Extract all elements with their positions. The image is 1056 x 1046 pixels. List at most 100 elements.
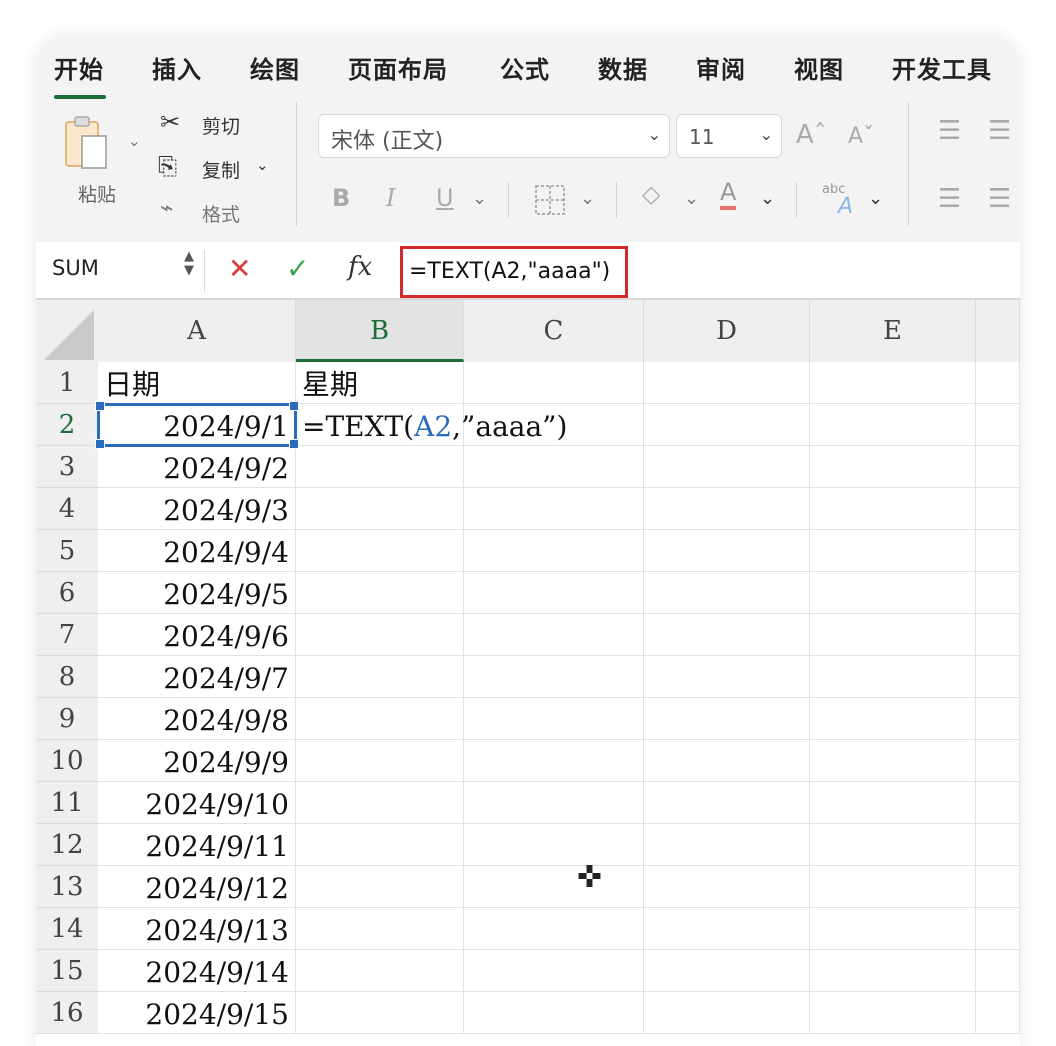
cell-a[interactable]: 2024/9/13 xyxy=(98,908,296,950)
cell-empty[interactable] xyxy=(644,866,810,908)
cell-empty[interactable] xyxy=(810,866,976,908)
cell-empty[interactable] xyxy=(464,656,644,698)
cell-empty[interactable] xyxy=(810,488,976,530)
enter-icon[interactable]: ✓ xyxy=(286,252,309,285)
cell-empty[interactable] xyxy=(644,698,810,740)
column-header-a[interactable]: A xyxy=(98,300,296,362)
cell-empty[interactable] xyxy=(464,782,644,824)
cell-empty[interactable] xyxy=(464,530,644,572)
select-all-button[interactable] xyxy=(36,300,98,362)
tab-draw[interactable]: 绘图 xyxy=(250,50,300,85)
selection-handle[interactable] xyxy=(95,439,105,449)
cell-a[interactable]: 2024/9/11 xyxy=(98,824,296,866)
format-painter-icon[interactable]: ⌁ xyxy=(160,196,173,221)
tab-data[interactable]: 数据 xyxy=(598,50,648,85)
column-header-b[interactable]: B xyxy=(296,300,464,362)
cell-empty[interactable] xyxy=(976,404,1020,446)
cell-empty[interactable] xyxy=(644,572,810,614)
cell-a[interactable]: 2024/9/3 xyxy=(98,488,296,530)
align-center-icon[interactable]: ☰ xyxy=(988,184,1011,214)
cell-empty[interactable] xyxy=(810,782,976,824)
cell-empty[interactable] xyxy=(976,824,1020,866)
bold-button[interactable]: B xyxy=(332,184,350,212)
cell-a[interactable]: 2024/9/14 xyxy=(98,950,296,992)
row-header[interactable]: 1 xyxy=(36,362,98,404)
cell-empty[interactable] xyxy=(810,530,976,572)
cell-empty[interactable] xyxy=(644,614,810,656)
cell-empty[interactable] xyxy=(644,782,810,824)
cell-empty[interactable] xyxy=(976,530,1020,572)
fill-color-dropdown-icon[interactable]: ⌄ xyxy=(684,188,699,209)
tab-page-layout[interactable]: 页面布局 xyxy=(348,50,448,85)
cell-empty[interactable] xyxy=(464,950,644,992)
cell-empty[interactable] xyxy=(976,488,1020,530)
paste-button[interactable]: 粘贴 xyxy=(78,180,116,207)
column-header-f[interactable] xyxy=(976,300,1020,362)
row-header[interactable]: 14 xyxy=(36,908,98,950)
row-header[interactable]: 13 xyxy=(36,866,98,908)
row-header[interactable]: 7 xyxy=(36,614,98,656)
selection-handle[interactable] xyxy=(289,439,299,449)
cell-a[interactable]: 2024/9/4 xyxy=(98,530,296,572)
column-header-c[interactable]: C xyxy=(464,300,644,362)
text-effects-dropdown-icon[interactable]: ⌄ xyxy=(868,188,883,209)
row-header[interactable]: 12 xyxy=(36,824,98,866)
cell-empty[interactable] xyxy=(644,740,810,782)
row-header[interactable]: 10 xyxy=(36,740,98,782)
row-header[interactable]: 6 xyxy=(36,572,98,614)
tab-formulas[interactable]: 公式 xyxy=(500,50,550,85)
cell-empty[interactable] xyxy=(976,572,1020,614)
cell-b[interactable] xyxy=(296,950,464,992)
cell-empty[interactable] xyxy=(810,740,976,782)
row-header[interactable]: 8 xyxy=(36,656,98,698)
cell-empty[interactable] xyxy=(810,908,976,950)
cell-empty[interactable] xyxy=(464,866,644,908)
font-color-dropdown-icon[interactable]: ⌄ xyxy=(760,188,775,209)
tab-home[interactable]: 开始 xyxy=(54,50,104,85)
cell-a[interactable]: 2024/9/6 xyxy=(98,614,296,656)
selection-handle[interactable] xyxy=(289,401,299,411)
cell-empty[interactable] xyxy=(644,656,810,698)
tab-review[interactable]: 审阅 xyxy=(696,50,746,85)
cell-empty[interactable] xyxy=(464,992,644,1034)
tab-insert[interactable]: 插入 xyxy=(152,50,202,85)
align-left-icon[interactable]: ☰ xyxy=(938,184,961,214)
cell-b[interactable] xyxy=(296,446,464,488)
cell-empty[interactable] xyxy=(464,572,644,614)
cell-b[interactable]: 星期 xyxy=(296,362,464,404)
cell-b[interactable] xyxy=(296,824,464,866)
cell-empty[interactable] xyxy=(810,992,976,1034)
row-header[interactable]: 3 xyxy=(36,446,98,488)
cell-empty[interactable] xyxy=(644,824,810,866)
font-size-select[interactable]: 11 ⌄ xyxy=(676,114,782,158)
cell-empty[interactable] xyxy=(464,824,644,866)
italic-button[interactable]: I xyxy=(386,184,395,212)
copy-button[interactable]: 复制 xyxy=(202,156,240,183)
cell-a[interactable]: 2024/9/8 xyxy=(98,698,296,740)
tab-developer[interactable]: 开发工具 xyxy=(892,50,992,85)
align-top-icon[interactable]: ☰ xyxy=(938,116,961,146)
cell-empty[interactable] xyxy=(810,446,976,488)
cell-a[interactable]: 2024/9/1 xyxy=(97,403,297,447)
cell-a[interactable]: 2024/9/9 xyxy=(98,740,296,782)
underline-button[interactable]: U xyxy=(436,184,454,212)
underline-dropdown-icon[interactable]: ⌄ xyxy=(472,188,487,209)
cell-empty[interactable] xyxy=(644,404,810,446)
cell-empty[interactable] xyxy=(976,656,1020,698)
cell-empty[interactable] xyxy=(810,404,976,446)
fill-color-icon[interactable]: ◇ xyxy=(642,180,660,208)
cell-empty[interactable] xyxy=(976,740,1020,782)
cell-empty[interactable] xyxy=(976,446,1020,488)
cell-a[interactable]: 2024/9/2 xyxy=(98,446,296,488)
cell-b[interactable] xyxy=(296,488,464,530)
row-header[interactable]: 2 xyxy=(36,404,98,446)
cell-b[interactable] xyxy=(296,656,464,698)
cell-a[interactable]: 2024/9/12 xyxy=(98,866,296,908)
name-box-spinner-icon[interactable]: ▲ ▼ xyxy=(184,250,194,278)
cell-a[interactable]: 日期 xyxy=(98,362,296,404)
cell-empty[interactable] xyxy=(644,530,810,572)
cell-empty[interactable] xyxy=(976,908,1020,950)
cell-empty[interactable] xyxy=(464,740,644,782)
cut-button[interactable]: 剪切 xyxy=(202,112,240,139)
cell-b[interactable] xyxy=(296,740,464,782)
